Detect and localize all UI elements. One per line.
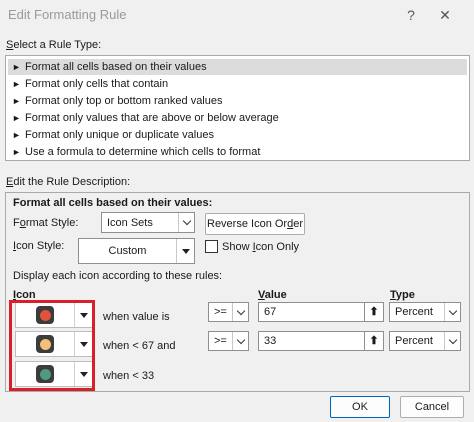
- rule-type-item[interactable]: ► Use a formula to determine which cells …: [8, 144, 467, 160]
- value-input-1[interactable]: 67: [258, 302, 365, 322]
- display-rules-text: Display each icon according to these rul…: [13, 270, 223, 282]
- icon-style-label: Icon Style:: [13, 240, 65, 252]
- arrow-right-icon: ►: [12, 113, 21, 123]
- rule-description-label: Edit the Rule Description:: [6, 176, 131, 188]
- help-button[interactable]: ?: [400, 4, 422, 26]
- rule-type-item[interactable]: ► Format only top or bottom ranked values: [8, 93, 467, 109]
- rule-type-item[interactable]: ► Format only values that are above or be…: [8, 110, 467, 126]
- icon-style-select[interactable]: Custom: [78, 238, 195, 264]
- operator-select-2[interactable]: >=: [208, 331, 249, 351]
- dialog-title: Edit Formatting Rule: [8, 7, 127, 22]
- rule-type-list[interactable]: ► Format all cells based on their values …: [5, 55, 470, 161]
- dropdown-arrow-icon: [176, 239, 194, 263]
- chevron-down-icon: [444, 332, 460, 350]
- type-select-1[interactable]: Percent: [389, 302, 461, 322]
- chevron-down-icon: [232, 303, 248, 321]
- arrow-right-icon: ►: [12, 62, 21, 72]
- rule-type-item[interactable]: ► Format only unique or duplicate values: [8, 127, 467, 143]
- rule-condition-1: when value is: [103, 311, 170, 323]
- range-select-button-1[interactable]: ⬆: [364, 302, 384, 322]
- arrow-right-icon: ►: [12, 147, 21, 157]
- value-input-2[interactable]: 33: [258, 331, 365, 351]
- collapse-arrow-icon: ⬆: [369, 334, 379, 347]
- arrow-right-icon: ►: [12, 130, 21, 140]
- chevron-down-icon: [178, 213, 194, 232]
- rule-type-item[interactable]: ► Format only cells that contain: [8, 76, 467, 92]
- range-select-button-2[interactable]: ⬆: [364, 331, 384, 351]
- type-select-2[interactable]: Percent: [389, 331, 461, 351]
- column-header-type: Type: [390, 289, 415, 301]
- rule-condition-3: when < 33: [103, 370, 155, 382]
- rule-type-label: Select a Rule Type:: [6, 39, 102, 51]
- arrow-right-icon: ►: [12, 79, 21, 89]
- show-icon-only-label: Show Icon Only: [222, 241, 300, 253]
- format-style-label: Format Style:: [13, 217, 79, 229]
- cancel-button[interactable]: Cancel: [400, 396, 464, 418]
- column-header-value: Value: [258, 289, 287, 301]
- collapse-arrow-icon: ⬆: [369, 305, 379, 318]
- chevron-down-icon: [232, 332, 248, 350]
- reverse-icon-order-button[interactable]: Reverse Icon Or d er: [205, 213, 305, 235]
- rule-condition-2: when < 67 and: [103, 340, 176, 352]
- close-button[interactable]: ✕: [434, 4, 456, 26]
- arrow-right-icon: ►: [12, 96, 21, 106]
- rule-type-item[interactable]: ► Format all cells based on their values: [8, 59, 467, 75]
- format-style-select[interactable]: Icon Sets: [101, 212, 195, 233]
- show-icon-only-checkbox[interactable]: [205, 240, 218, 253]
- operator-select-1[interactable]: >=: [208, 302, 249, 322]
- icon-column-highlight: [9, 300, 95, 391]
- chevron-down-icon: [444, 303, 460, 321]
- description-heading: Format all cells based on their values:: [13, 197, 213, 209]
- ok-button[interactable]: OK: [330, 396, 390, 418]
